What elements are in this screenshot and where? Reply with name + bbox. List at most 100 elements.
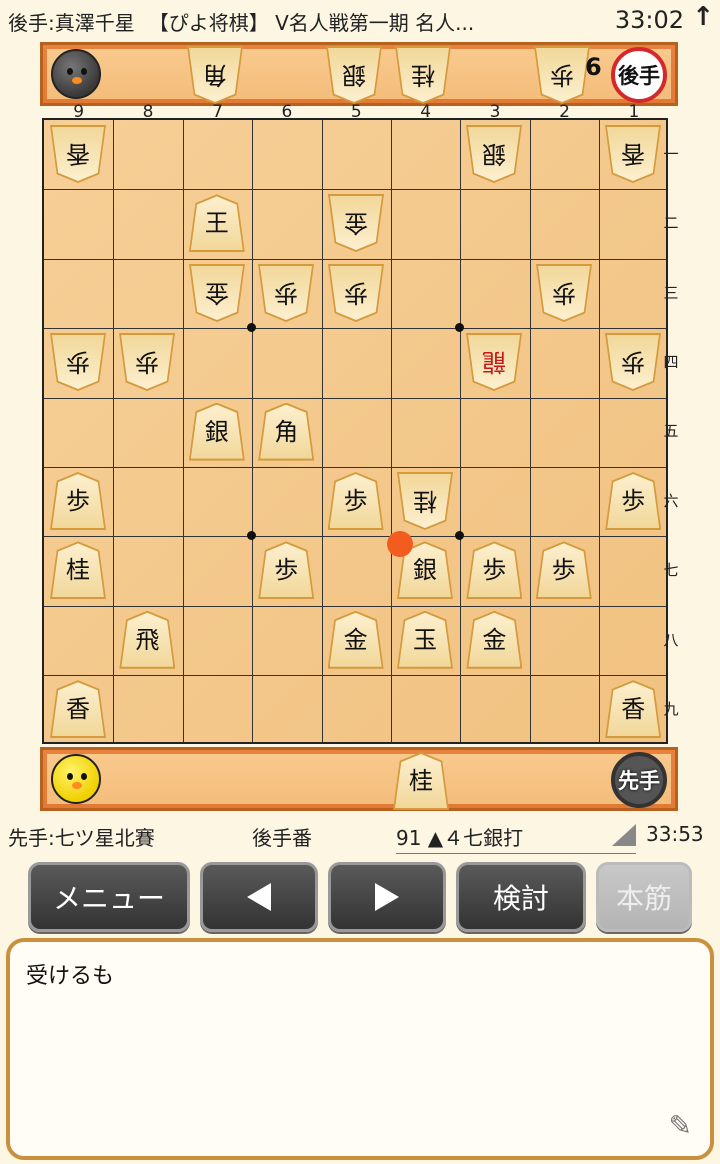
- piece-glyph: 歩: [621, 487, 646, 515]
- avatar-eye: [81, 68, 87, 75]
- sente-player-name: 先手:七ツ星北賽: [8, 826, 155, 850]
- dropdown-corner-icon[interactable]: [612, 824, 636, 846]
- menu-button[interactable]: メニュー: [28, 862, 190, 932]
- avatar-eye: [67, 773, 73, 780]
- grid-line: [44, 189, 666, 191]
- piece-glyph: 歩: [274, 278, 299, 307]
- avatar-eye: [67, 68, 73, 75]
- gote-avatar: [51, 49, 101, 99]
- board-piece[interactable]: 歩: [536, 264, 592, 322]
- gote-badge: 後手: [611, 47, 667, 103]
- board-piece[interactable]: 歩: [535, 541, 592, 600]
- gote-hand-piece[interactable]: 歩: [534, 46, 590, 104]
- gote-hand-piece[interactable]: 銀: [326, 46, 382, 104]
- grid-line: [460, 120, 462, 742]
- piece-glyph: 金: [343, 209, 368, 238]
- board-piece[interactable]: 桂: [50, 541, 106, 600]
- grid-line: [113, 120, 115, 742]
- piece-glyph: 銀: [341, 61, 366, 89]
- piece-glyph: 歩: [66, 487, 90, 515]
- row-label: 四: [663, 352, 679, 371]
- pencil-edit-icon[interactable]: ✎: [669, 1109, 692, 1142]
- board-piece[interactable]: 龍: [466, 333, 522, 391]
- board-piece[interactable]: 銀: [188, 402, 245, 461]
- board-piece[interactable]: 飛: [119, 610, 176, 669]
- board-piece[interactable]: 歩: [466, 541, 523, 600]
- piece-glyph: 歩: [551, 556, 576, 585]
- board-piece[interactable]: 歩: [328, 264, 384, 322]
- piece-glyph: 飛: [135, 625, 160, 654]
- board-piece[interactable]: 歩: [327, 472, 384, 530]
- prev-move-button[interactable]: [200, 862, 318, 932]
- status-line: 先手:七ツ星北賽 後手番 91 ▲４七銀打 33:53: [0, 818, 720, 854]
- sente-badge: 先手: [611, 752, 667, 808]
- grid-line: [252, 120, 254, 742]
- board-piece[interactable]: 金: [328, 194, 384, 252]
- board-piece[interactable]: 歩: [119, 333, 175, 391]
- piece-glyph: 香: [621, 695, 646, 724]
- piece-glyph: 銀: [413, 556, 437, 585]
- sente-avatar: [51, 754, 101, 804]
- comment-text: 受けるも: [26, 964, 115, 989]
- board-piece[interactable]: 歩: [258, 264, 314, 322]
- board-piece[interactable]: 金: [466, 610, 523, 669]
- grid-line: [44, 397, 666, 399]
- row-label: 五: [663, 422, 679, 441]
- board-piece[interactable]: 角: [258, 402, 315, 461]
- comment-box[interactable]: 受けるも ✎: [6, 938, 714, 1160]
- last-move-display[interactable]: 91 ▲４七銀打: [396, 822, 636, 854]
- grid-line: [529, 120, 531, 742]
- grid-line: [44, 675, 666, 677]
- piece-glyph: 歩: [551, 278, 576, 307]
- up-arrow-icon[interactable]: ↑: [692, 2, 714, 32]
- piece-glyph: 歩: [135, 348, 160, 377]
- gote-clock: 33:02: [614, 6, 684, 34]
- star-point: [455, 323, 465, 333]
- board-piece[interactable]: 金: [327, 610, 384, 669]
- next-move-button[interactable]: [328, 862, 446, 932]
- row-label: 七: [663, 561, 679, 580]
- board-piece[interactable]: 桂: [397, 472, 453, 530]
- sente-stand-surface: [47, 754, 671, 804]
- piece-glyph: 香: [621, 140, 646, 168]
- piece-glyph: 歩: [343, 278, 368, 307]
- board-piece[interactable]: 歩: [605, 472, 662, 530]
- row-label: 九: [663, 699, 679, 718]
- piece-glyph: 玉: [413, 625, 437, 654]
- board-piece[interactable]: 玉: [397, 610, 453, 669]
- board-piece[interactable]: 香: [605, 680, 662, 739]
- star-point: [247, 531, 257, 541]
- board-piece[interactable]: 歩: [258, 541, 315, 600]
- sente-clock: 33:53: [646, 822, 704, 846]
- piece-glyph: 歩: [274, 556, 299, 585]
- piece-glyph: 歩: [549, 61, 574, 89]
- sente-hand-piece[interactable]: 桂: [393, 752, 449, 810]
- board-piece[interactable]: 香: [50, 125, 106, 183]
- piece-glyph: 金: [482, 625, 507, 654]
- board-piece[interactable]: 歩: [605, 333, 661, 391]
- board-piece[interactable]: 歩: [50, 333, 106, 391]
- mainline-button[interactable]: 本筋: [596, 862, 692, 932]
- piece-glyph: 王: [204, 209, 229, 238]
- piece-glyph: 桂: [409, 767, 433, 795]
- row-label: 一: [663, 144, 679, 163]
- shogi-board[interactable]: 香銀香王金金歩歩歩歩歩龍歩銀角歩歩桂歩桂歩銀歩歩飛金玉金香香: [42, 118, 668, 744]
- board-piece[interactable]: 金: [189, 264, 245, 322]
- left-triangle-icon: [247, 883, 271, 911]
- board-piece[interactable]: 歩: [50, 472, 106, 530]
- board-piece[interactable]: 香: [50, 680, 106, 739]
- avatar-eye: [81, 773, 87, 780]
- avatar-beak: [72, 77, 82, 84]
- study-button[interactable]: 検討: [456, 862, 586, 932]
- board-piece[interactable]: 香: [605, 125, 661, 183]
- top-bar: 後手:真澤千星 【ぴよ将棋】 V名人戦第一期 名人... 33:02 ↑: [0, 0, 720, 42]
- grid-line: [391, 120, 392, 742]
- piece-glyph: 歩: [343, 487, 368, 515]
- gote-hand-piece[interactable]: 角: [187, 46, 243, 104]
- grid-line: [44, 467, 666, 468]
- row-label: 二: [663, 214, 679, 233]
- board-piece[interactable]: 王: [188, 194, 245, 253]
- row-label: 三: [663, 283, 679, 302]
- board-piece[interactable]: 銀: [466, 125, 522, 183]
- gote-hand-piece[interactable]: 桂: [395, 46, 451, 104]
